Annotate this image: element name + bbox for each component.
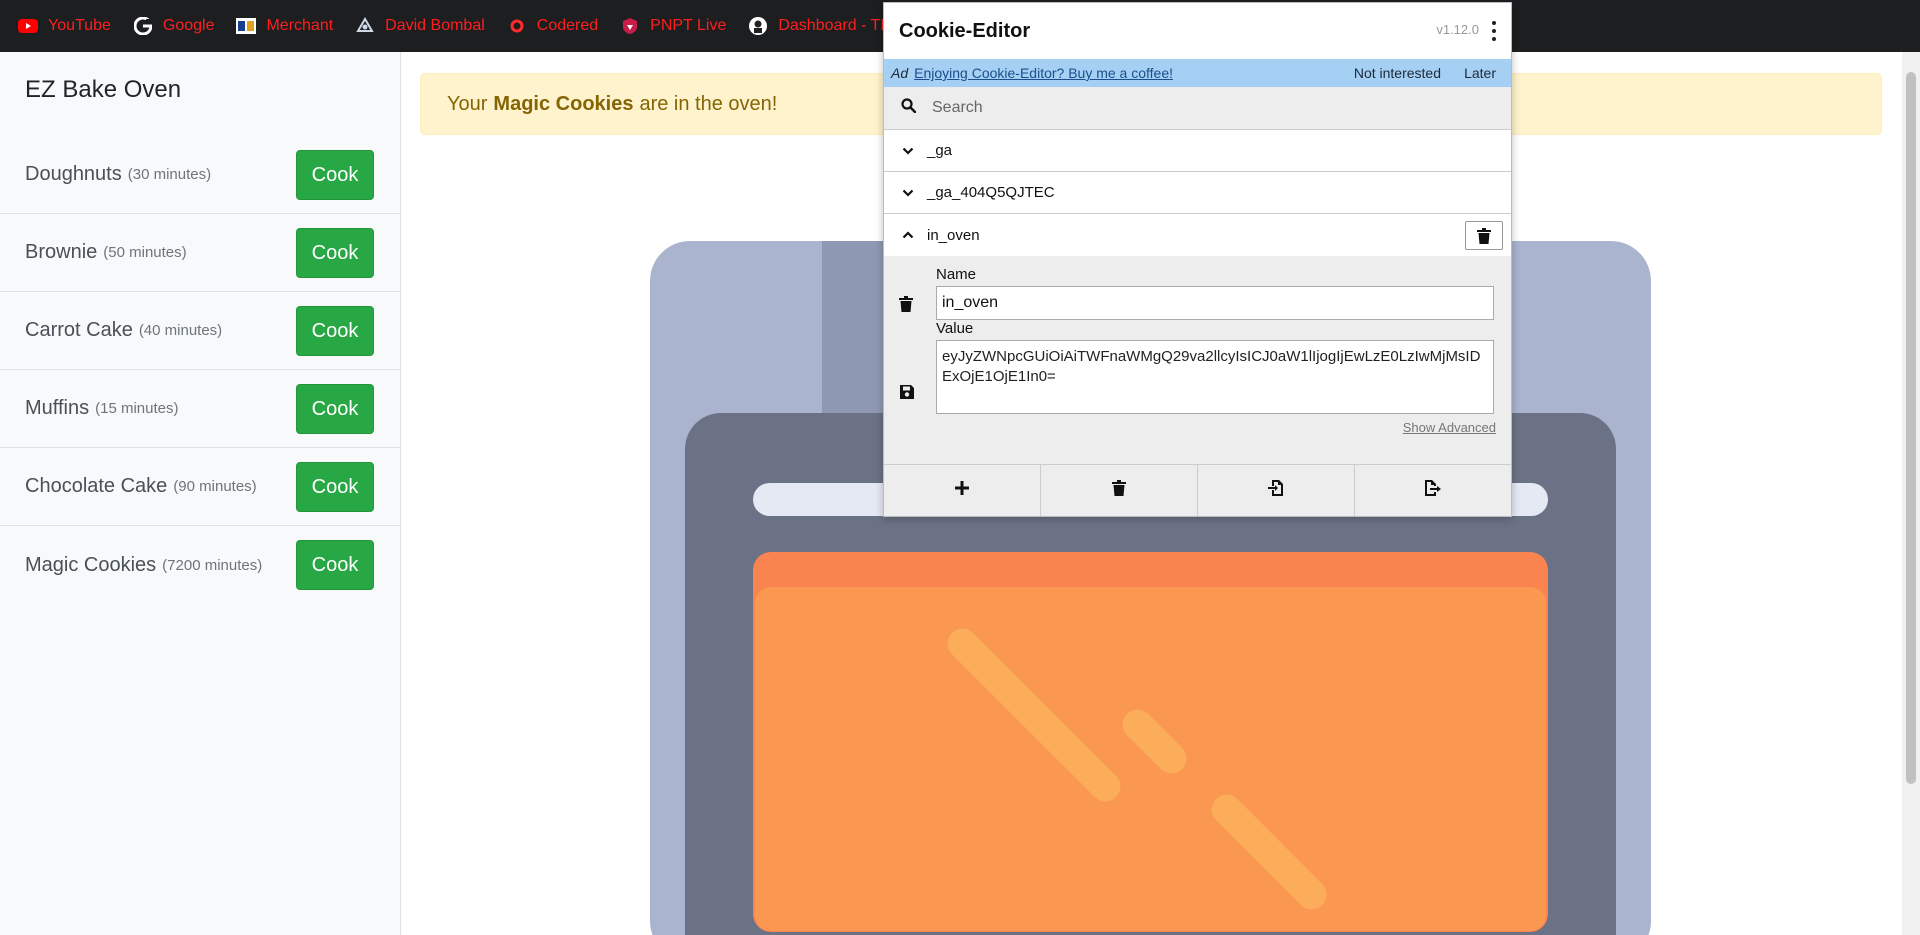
- recipe-duration: (90 minutes): [173, 478, 257, 495]
- recipe-name: Magic Cookies: [25, 553, 157, 576]
- recipe-duration: (7200 minutes): [162, 556, 263, 574]
- recipe-name: Carrot Cake: [25, 319, 133, 341]
- cook-doughnuts-button[interactable]: Cook: [296, 150, 374, 200]
- cookie-row-ga[interactable]: _ga: [884, 130, 1511, 172]
- recipe-duration: (50 minutes): [103, 244, 187, 261]
- recipe-name: Doughnuts: [25, 163, 122, 185]
- bookmark-label: Merchant: [266, 17, 334, 34]
- pnpt-icon: [620, 16, 640, 36]
- cookie-name: _ga: [927, 142, 953, 159]
- cookie-row-in-oven[interactable]: in_oven: [884, 214, 1511, 256]
- bookmark-merchant[interactable]: Merchant: [236, 16, 333, 36]
- name-label: Name: [936, 266, 977, 283]
- recipe-name: Brownie: [25, 241, 98, 263]
- page-scrollbar[interactable]: [1902, 52, 1920, 935]
- trash-icon[interactable]: [899, 296, 917, 314]
- merchant-icon: [236, 16, 257, 36]
- search-icon: [901, 98, 917, 118]
- recipe-name: Chocolate Cake: [25, 475, 168, 497]
- recipe-item-magic-cookies: Magic Cookies (7200 minutes) Cook: [0, 526, 400, 604]
- recipe-item-muffins: Muffins (15 minutes) Cook: [0, 370, 400, 448]
- later-button[interactable]: Later: [1464, 65, 1496, 81]
- cookie-name-field[interactable]: [936, 286, 1494, 320]
- dashboard-icon: [748, 16, 768, 36]
- popup-title: Cookie-Editor: [899, 19, 1031, 42]
- chevron-down-icon: [901, 144, 915, 158]
- trash-icon: [1112, 480, 1126, 501]
- cook-magic-cookies-button[interactable]: Cook: [296, 540, 374, 590]
- show-advanced-link[interactable]: Show Advanced: [1403, 420, 1496, 435]
- recipe-duration: (15 minutes): [95, 400, 179, 417]
- bookmark-label: PNPT Live: [650, 17, 727, 34]
- cookie-editor-popup: Cookie-Editor v1.12.0 Ad Enjoying Cookie…: [883, 2, 1512, 517]
- recipe-item-carrot-cake: Carrot Cake (40 minutes) Cook: [0, 292, 400, 370]
- bookmark-codered[interactable]: Codered: [507, 16, 598, 36]
- app-title: EZ Bake Oven: [25, 76, 182, 103]
- david-bombal-icon: [355, 16, 375, 36]
- recipe-name: Muffins: [25, 397, 90, 419]
- ad-banner: Ad Enjoying Cookie-Editor? Buy me a coff…: [884, 59, 1511, 87]
- delete-cookie-icon[interactable]: [1465, 221, 1503, 250]
- chevron-up-icon: [901, 228, 915, 242]
- recipe-sidebar: EZ Bake Oven Doughnuts (30 minutes) Cook…: [0, 52, 401, 935]
- youtube-icon: [18, 16, 38, 36]
- version-label: v1.12.0: [1436, 22, 1479, 37]
- popup-header: Cookie-Editor v1.12.0: [884, 3, 1511, 59]
- file-export-icon: [1424, 479, 1442, 502]
- chevron-down-icon: [901, 186, 915, 200]
- recipe-duration: (30 minutes): [127, 166, 212, 183]
- recipe-item-doughnuts: Doughnuts (30 minutes) Cook: [0, 136, 400, 214]
- cookie-details-panel: Name Value eyJyZWNpcGUiOiAiTWFnaWMgQ29va…: [884, 256, 1511, 464]
- file-import-icon: [1267, 479, 1285, 502]
- codered-icon: [507, 16, 527, 36]
- cook-brownie-button[interactable]: Cook: [296, 228, 374, 278]
- alert-suffix: are in the oven!: [639, 92, 778, 115]
- cookie-row-ga-404q5qjtec[interactable]: _ga_404Q5QJTEC: [884, 172, 1511, 214]
- recipe-item-chocolate-cake: Chocolate Cake (90 minutes) Cook: [0, 448, 400, 526]
- plus-icon: [954, 480, 970, 501]
- not-interested-button[interactable]: Not interested: [1354, 65, 1441, 81]
- bookmark-label: YouTube: [48, 17, 111, 34]
- bookmark-pnpt-live[interactable]: PNPT Live: [620, 16, 726, 36]
- cookie-value-field[interactable]: eyJyZWNpcGUiOiAiTWFnaWMgQ29va2llcyIsICJ0…: [936, 340, 1494, 414]
- cook-chocolate-cake-button[interactable]: Cook: [296, 462, 374, 512]
- import-button[interactable]: [1198, 465, 1355, 516]
- search-input[interactable]: [932, 99, 1452, 117]
- bookmark-youtube[interactable]: YouTube: [18, 16, 111, 36]
- ad-link[interactable]: Enjoying Cookie-Editor? Buy me a coffee!: [914, 65, 1173, 81]
- recipe-duration: (40 minutes): [138, 322, 223, 339]
- kebab-menu-icon[interactable]: [1489, 21, 1499, 41]
- save-icon[interactable]: [899, 384, 917, 402]
- recipe-item-brownie: Brownie (50 minutes) Cook: [0, 214, 400, 292]
- add-cookie-button[interactable]: [884, 465, 1041, 516]
- bookmark-label: Codered: [536, 17, 599, 34]
- bookmark-label: Google: [162, 17, 215, 34]
- cook-muffins-button[interactable]: Cook: [296, 384, 374, 434]
- cookie-name: _ga_404Q5QJTEC: [927, 184, 1055, 201]
- google-icon: [133, 16, 153, 36]
- bookmark-david-bombal[interactable]: David Bombal: [355, 16, 485, 36]
- bookmark-google[interactable]: Google: [133, 16, 215, 36]
- ad-tag: Ad: [891, 65, 909, 81]
- alert-highlight: Magic Cookies: [493, 92, 634, 115]
- popup-toolbar: [884, 464, 1511, 516]
- scrollbar-thumb[interactable]: [1906, 72, 1916, 784]
- cookie-name: in_oven: [927, 226, 980, 244]
- search-bar: [884, 87, 1511, 130]
- value-label: Value: [936, 320, 974, 337]
- export-button[interactable]: [1355, 465, 1511, 516]
- delete-all-button[interactable]: [1041, 465, 1198, 516]
- cook-carrot-cake-button[interactable]: Cook: [296, 306, 374, 356]
- bookmark-label: David Bombal: [385, 17, 485, 34]
- alert-prefix: Your: [447, 92, 488, 115]
